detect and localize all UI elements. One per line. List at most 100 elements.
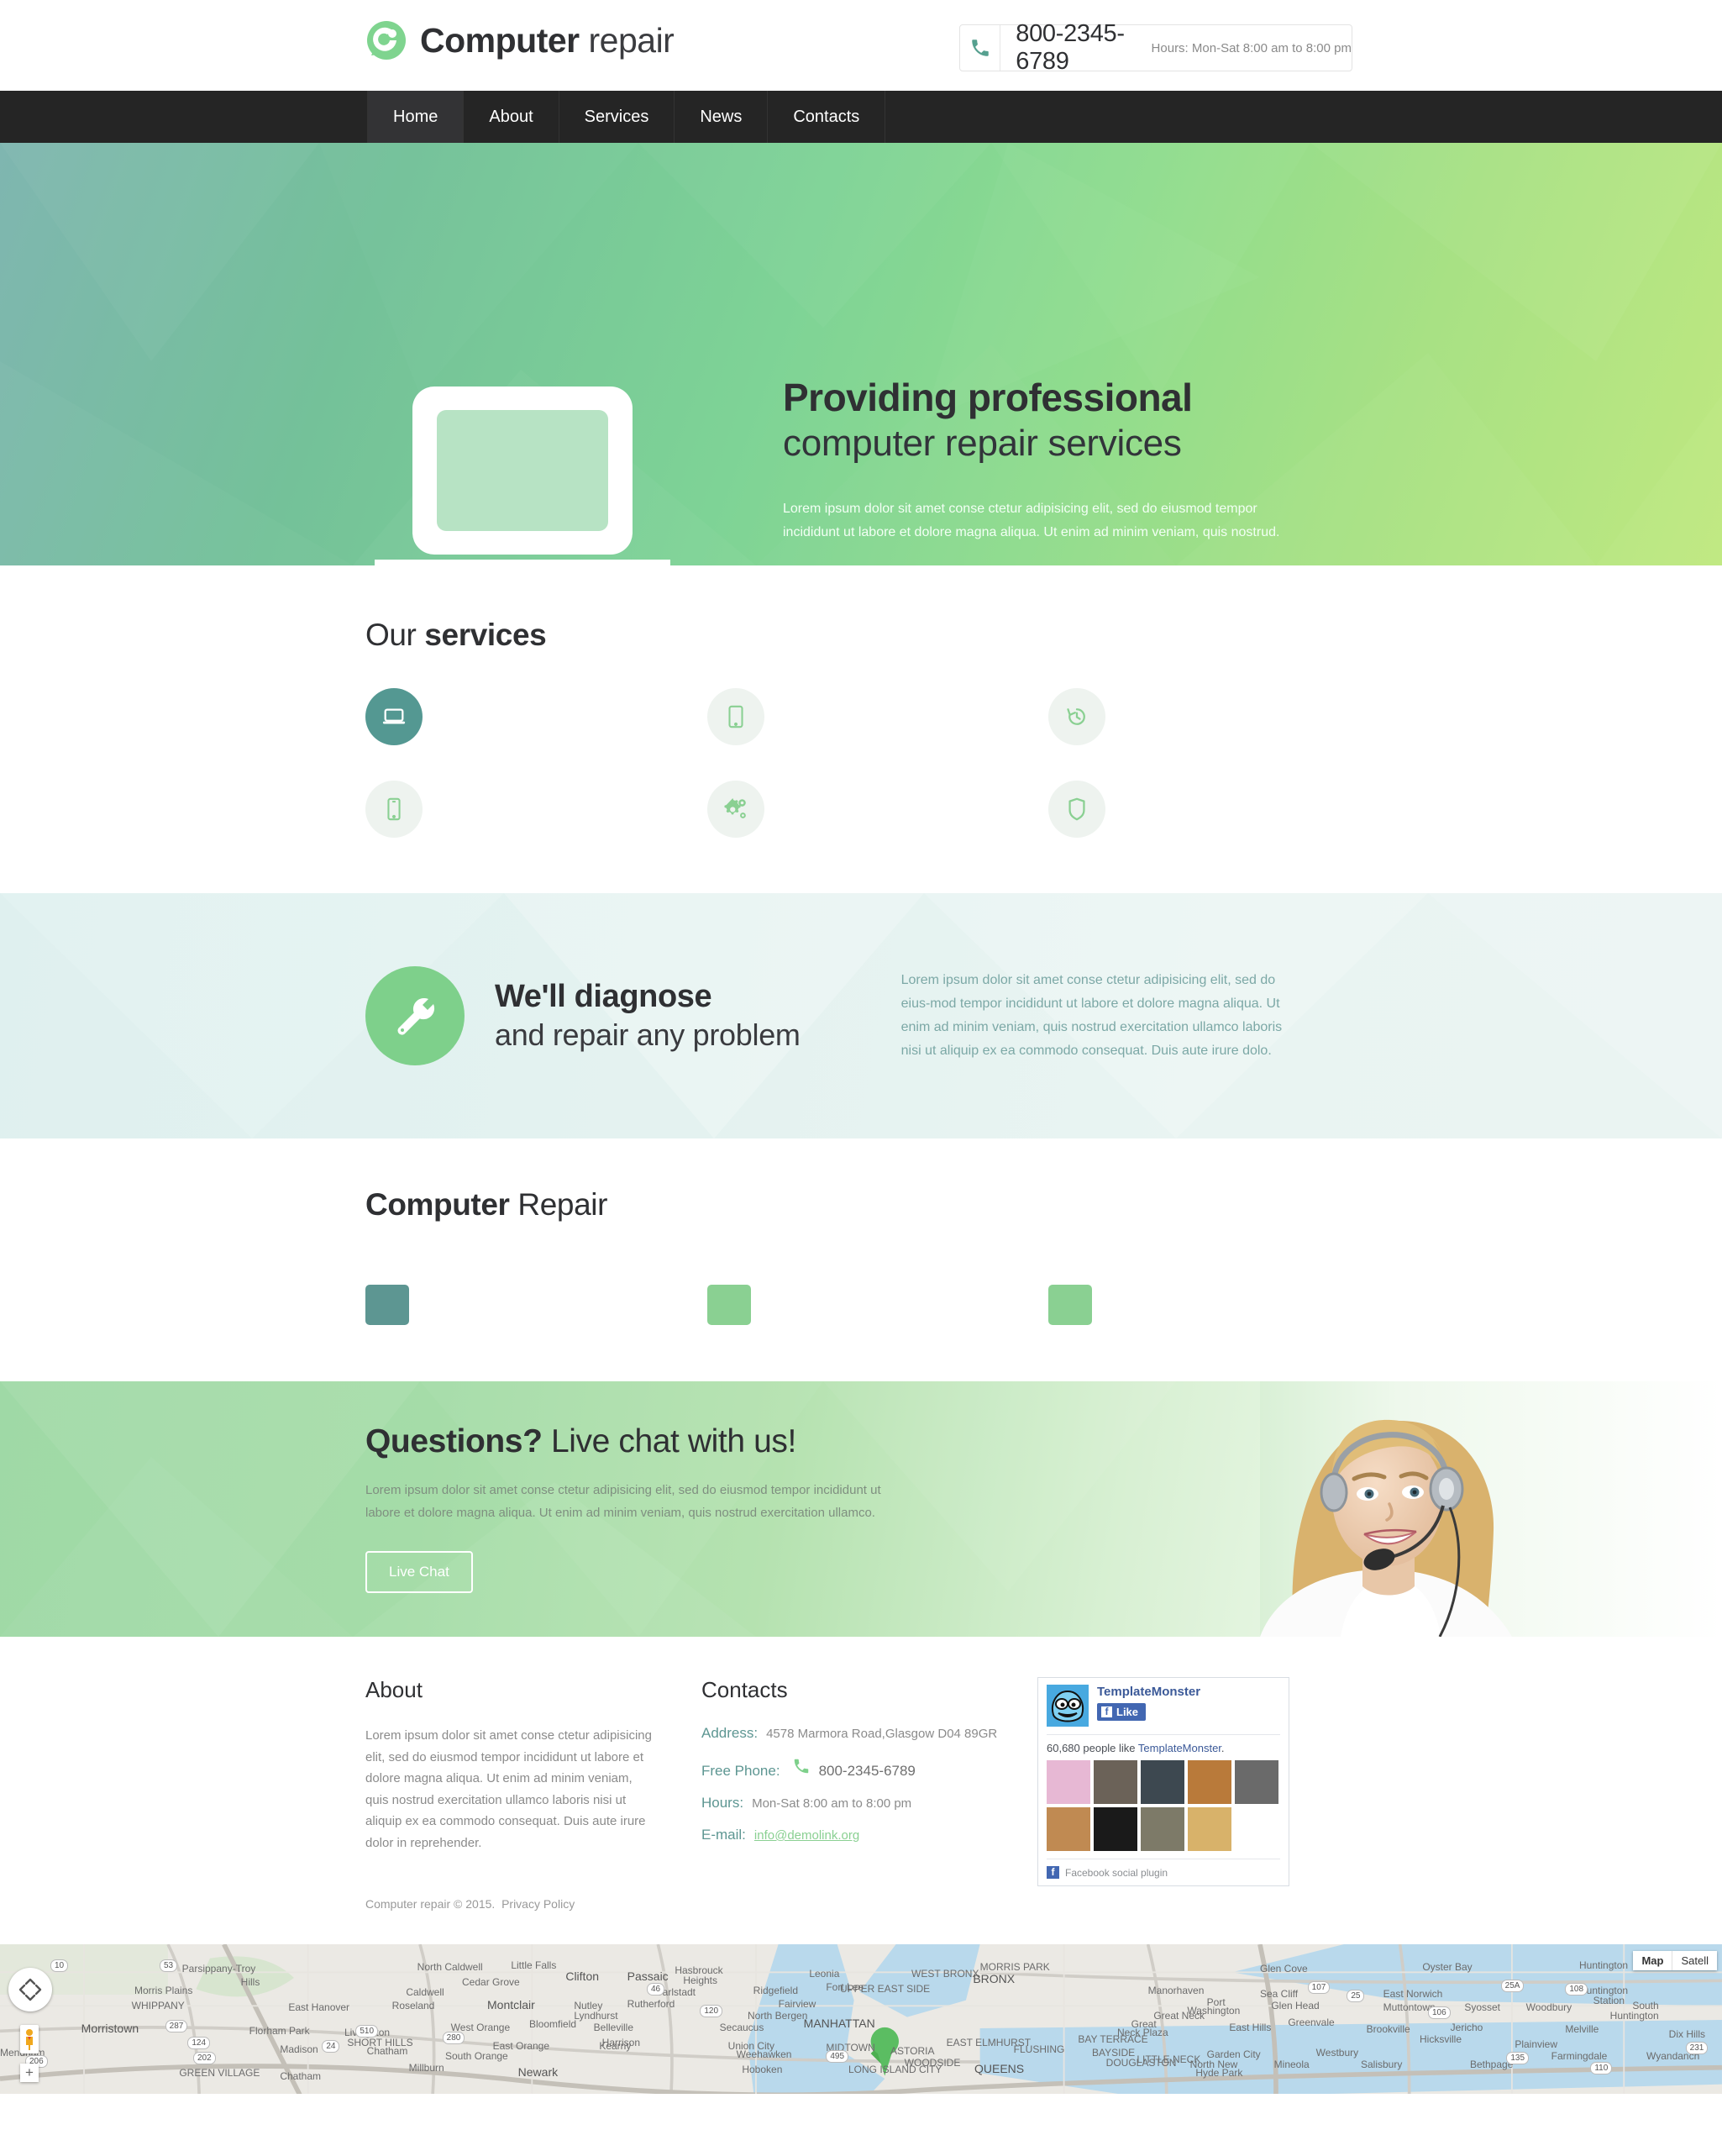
pan-control-icon[interactable] <box>8 1968 52 2011</box>
facebook-divider <box>1047 1734 1280 1735</box>
services-heading: Our services <box>365 618 1357 653</box>
map-type-map[interactable]: Map <box>1633 1951 1672 1970</box>
header-phone-number: 800-2345-6789 <box>1016 20 1125 75</box>
map-place-label: East Norwich <box>1383 1988 1443 2000</box>
map-place-label: Morris Plains <box>134 1985 193 1996</box>
hero-paragraph: Lorem ipsum dolor sit amet conse ctetur … <box>783 502 1280 540</box>
repair-column <box>706 1251 1016 1329</box>
logo-text-light: repair <box>588 20 675 60</box>
live-chat-button[interactable]: Live Chat <box>365 1551 473 1593</box>
service-item <box>706 688 1016 745</box>
map-place-label: Sea Cliff <box>1260 1988 1299 2000</box>
facebook-friend-face[interactable] <box>1141 1807 1184 1851</box>
repair-column <box>365 1251 674 1329</box>
facebook-count-link[interactable]: TemplateMonster <box>1138 1742 1221 1754</box>
learn-more-button[interactable] <box>706 1285 751 1325</box>
map-place-label: Fairview <box>778 1998 816 2010</box>
map-place-label: Woodbury <box>1525 2001 1572 2013</box>
map-place-label: Lyndhurst <box>574 2010 618 2022</box>
zoom-in-button[interactable]: + <box>20 2064 39 2082</box>
facebook-friend-face[interactable] <box>1235 1760 1278 1804</box>
service-item <box>365 781 674 838</box>
email-value-wrap: info@demolink.org <box>754 1828 859 1843</box>
contact-map[interactable]: Parsippany-Troy Hills North Caldwell Little… <box>0 1944 1722 2094</box>
map-type-satellite[interactable]: Satell <box>1672 1951 1717 1970</box>
facebook-friend-face[interactable] <box>1094 1807 1137 1851</box>
laptop-illustration <box>366 387 679 565</box>
map-place-label: Syosset <box>1464 2001 1501 2013</box>
diagnose-text: We'll diagnose and repair any problem <box>495 978 801 1054</box>
map-place-label: Kearny <box>599 2040 632 2052</box>
facebook-plugin-label: Facebook social plugin <box>1065 1866 1168 1879</box>
footer-contacts-heading: Contacts <box>701 1677 788 1702</box>
learn-more-button[interactable] <box>1048 1285 1093 1325</box>
hours-label: Hours: <box>701 1795 744 1811</box>
phone-icon <box>960 25 1001 71</box>
map-route-shield: 108 <box>1565 1983 1588 1996</box>
services-section: Our services <box>0 565 1722 893</box>
map-place-label: Hyde Park <box>1195 2067 1243 2079</box>
header-phone-box[interactable]: 800-2345-6789 Hours: Mon-Sat 8:00 am to … <box>959 20 1352 75</box>
map-place-label: Huntington <box>1579 1959 1629 1971</box>
footer-about-heading: About <box>365 1677 423 1702</box>
free-phone-value: 800-2345-6789 <box>818 1763 916 1779</box>
map-route-shield: 202 <box>193 2052 216 2064</box>
map-place-label: Clifton <box>565 1969 600 1983</box>
map-place-label: Huntington <box>1609 2010 1659 2022</box>
repair-column <box>1048 1251 1357 1329</box>
facebook-friend-face[interactable] <box>1188 1760 1231 1804</box>
logo-text-bold: Computer <box>420 20 580 60</box>
map-place-label: Millburn <box>408 2062 444 2074</box>
facebook-friend-face[interactable] <box>1188 1807 1231 1851</box>
facebook-page-name[interactable]: TemplateMonster <box>1097 1685 1200 1699</box>
map-place-label: Newark <box>517 2065 559 2079</box>
repair-section: Computer Repair <box>0 1138 1722 1381</box>
map-route-shield: 106 <box>1428 2006 1451 2019</box>
address-label: Address: <box>701 1725 759 1741</box>
map-place-label: North Caldwell <box>417 1961 483 1973</box>
smartphone-icon <box>365 781 423 838</box>
map-place-label: MORRIS PARK <box>979 1961 1050 1973</box>
facebook-friend-face[interactable] <box>1047 1807 1090 1851</box>
diagnose-paragraph: Lorem ipsum dolor sit amet conse ctetur … <box>900 973 1283 1058</box>
services-heading-light: Our <box>365 618 425 652</box>
map-place-label: Florham Park <box>249 2025 310 2037</box>
learn-more-button[interactable] <box>365 1285 409 1325</box>
nav-item-contacts[interactable]: Contacts <box>768 91 886 143</box>
questions-heading-bold: Questions? <box>365 1423 543 1459</box>
map-route-shield: 495 <box>826 2050 849 2063</box>
address-value: 4578 Marmora Road,Glasgow D04 89GR <box>766 1727 998 1741</box>
facebook-friend-face[interactable] <box>1094 1760 1137 1804</box>
map-place-label: Parsippany-Troy <box>181 1963 256 1975</box>
map-place-label: Melville <box>1565 2023 1599 2035</box>
nav-item-services[interactable]: Services <box>559 91 675 143</box>
hours-value: Mon-Sat 8:00 am to 8:00 pm <box>752 1796 912 1811</box>
facebook-f-icon: f <box>1101 1706 1112 1717</box>
nav-item-news[interactable]: News <box>675 91 769 143</box>
map-route-shield: 124 <box>187 2037 211 2049</box>
street-view-pegman-icon[interactable] <box>20 2025 39 2053</box>
facebook-f-icon-small: f <box>1047 1866 1059 1879</box>
map-place-label: Farmingdale <box>1551 2050 1608 2062</box>
main-navigation: Home About Services News Contacts <box>0 91 1722 143</box>
logo-circle-icon <box>365 18 408 62</box>
nav-item-home[interactable]: Home <box>367 91 465 143</box>
map-place-label: Salisbury <box>1361 2059 1403 2070</box>
privacy-policy-link[interactable]: Privacy Policy <box>501 1897 575 1911</box>
map-route-shield: 287 <box>165 2020 188 2032</box>
nav-item-about[interactable]: About <box>464 91 559 143</box>
facebook-friend-face[interactable] <box>1047 1760 1090 1804</box>
facebook-plugin-footer: f Facebook social plugin <box>1047 1866 1280 1879</box>
site-logo[interactable]: Computer repair <box>365 18 675 62</box>
facebook-like-button[interactable]: f Like <box>1097 1703 1147 1721</box>
facebook-friend-face[interactable] <box>1141 1760 1184 1804</box>
footer-about-column: About Lorem ipsum dolor sit amet conse c… <box>365 1677 701 1911</box>
questions-heading: Questions? Live chat with us! <box>365 1423 1357 1460</box>
map-place-label: Secaucus <box>719 2022 764 2033</box>
email-link[interactable]: info@demolink.org <box>754 1828 859 1843</box>
map-place-label: Bloomfield <box>529 2018 577 2030</box>
questions-heading-light: Live chat with us! <box>542 1423 796 1459</box>
nav-items-container: Home About Services News Contacts <box>367 91 886 143</box>
facebook-friend-faces <box>1047 1760 1280 1851</box>
map-place-label: BAY TERRACE <box>1078 2033 1148 2045</box>
